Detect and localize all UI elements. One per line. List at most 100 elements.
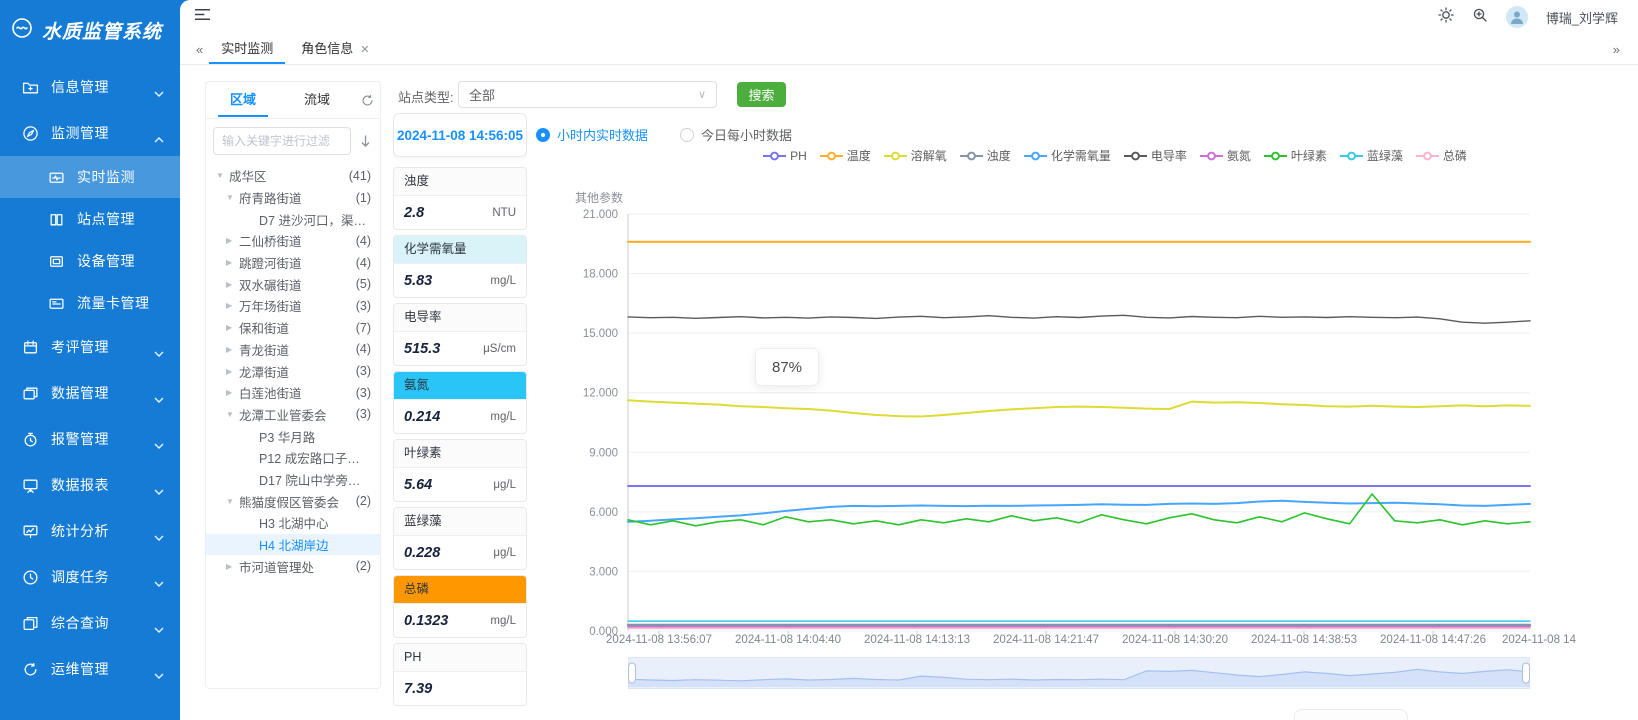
- tree-filter-row: [206, 119, 380, 161]
- param-card-总磷[interactable]: 总磷 0.1323mg/L: [393, 575, 527, 638]
- tab-role-info[interactable]: 角色信息✕: [287, 34, 383, 64]
- app-root: 水质监管系统 信息管理监测管理实时监测站点管理设备管理流量卡管理考评管理数据管理…: [0, 0, 1638, 720]
- tree-caret-icon[interactable]: ▶: [226, 301, 239, 310]
- tree-node[interactable]: ▼府青路街道(1): [206, 187, 380, 209]
- tree-caret-icon[interactable]: ▶: [226, 280, 239, 289]
- param-card-PH[interactable]: PH 7.39: [393, 643, 527, 706]
- refresh-icon[interactable]: [354, 94, 380, 107]
- simcard-icon: [48, 295, 65, 312]
- calendar-icon: [22, 339, 39, 356]
- tab-region[interactable]: 区域: [206, 83, 280, 117]
- tree-caret-icon[interactable]: ▶: [226, 562, 239, 571]
- parameter-cards: 浊度 2.8NTU化学需氧量 5.83mg/L电导率 515.3μS/cm氨氮 …: [393, 167, 527, 711]
- datazoom-handle-left[interactable]: [629, 663, 636, 683]
- sidebar-item-stats-analysis[interactable]: 统计分析: [0, 508, 180, 554]
- datazoom-slider[interactable]: [628, 657, 1530, 694]
- tabs-scroll-left-icon[interactable]: «: [192, 42, 207, 57]
- tree-node-label: 龙潭工业管委会: [239, 405, 327, 424]
- chevron-down-icon: [154, 666, 164, 672]
- tree-node[interactable]: P12 成宏路口子桥下右...: [206, 447, 380, 469]
- tab-close-icon[interactable]: ✕: [360, 44, 369, 56]
- top-right-actions: 博瑞_刘学辉: [1438, 6, 1628, 28]
- tree-filter-input[interactable]: [213, 127, 351, 155]
- sidebar-item-comprehensive-query[interactable]: 综合查询: [0, 600, 180, 646]
- tree-node[interactable]: ▶万年场街道(3): [206, 295, 380, 317]
- svg-text:18.000: 18.000: [583, 269, 618, 281]
- tree-node[interactable]: H4 北湖岸边: [206, 534, 380, 556]
- param-card-叶绿素[interactable]: 叶绿素 5.64μg/L: [393, 439, 527, 502]
- tree-node[interactable]: D17 院山中学旁，龙潭...: [206, 469, 380, 491]
- tree-caret-icon[interactable]: ▼: [226, 497, 239, 506]
- user-avatar[interactable]: [1506, 6, 1528, 28]
- tree-node[interactable]: D7 进沙河口，渠水路: [206, 208, 380, 230]
- zoom-in-icon[interactable]: [1472, 7, 1488, 28]
- tab-basin[interactable]: 流域: [280, 83, 354, 117]
- param-card-body: 5.64μg/L: [394, 468, 526, 501]
- tree-node-count: (4): [352, 256, 371, 270]
- sort-down-icon[interactable]: [357, 135, 373, 148]
- sidebar-item-alarm-mgmt[interactable]: 报警管理: [0, 416, 180, 462]
- param-unit: mg/L: [490, 275, 516, 287]
- tree-node-count: (1): [352, 191, 371, 205]
- param-unit: NTU: [492, 207, 516, 219]
- menu-collapse-icon[interactable]: [194, 7, 211, 27]
- tab-realtime-monitor[interactable]: 实时监测: [207, 34, 287, 64]
- datazoom-handle-right[interactable]: [1523, 663, 1530, 683]
- sidebar-item-simcard-mgmt[interactable]: 流量卡管理: [0, 282, 180, 324]
- tree-node[interactable]: ▶白莲池街道(3): [206, 382, 380, 404]
- param-unit: μg/L: [493, 479, 516, 491]
- param-card-蓝绿藻[interactable]: 蓝绿藻 0.228μg/L: [393, 507, 527, 570]
- tree-caret-icon[interactable]: ▼: [226, 410, 239, 419]
- username[interactable]: 博瑞_刘学辉: [1546, 8, 1618, 27]
- tree-node[interactable]: ▶二仙桥街道(4): [206, 230, 380, 252]
- tree-node[interactable]: P3 华月路: [206, 425, 380, 447]
- tree-node-label: D7 进沙河口，渠水路: [259, 210, 367, 229]
- param-value: 0.228: [404, 545, 440, 561]
- tree-caret-icon[interactable]: ▼: [226, 193, 239, 202]
- sidebar-item-data-mgmt[interactable]: 数据管理: [0, 370, 180, 416]
- tree-node[interactable]: ▶保和街道(7): [206, 317, 380, 339]
- param-card-化学需氧量[interactable]: 化学需氧量 5.83mg/L: [393, 235, 527, 298]
- tree-node[interactable]: ▼龙潭工业管委会(3): [206, 404, 380, 426]
- param-card-电导率[interactable]: 电导率 515.3μS/cm: [393, 303, 527, 366]
- sidebar-item-monitor-mgmt[interactable]: 监测管理: [0, 110, 180, 156]
- tree-node[interactable]: ▶龙潭街道(3): [206, 360, 380, 382]
- param-card-body: 7.39: [394, 672, 526, 705]
- sidebar-item-assessment-mgmt[interactable]: 考评管理: [0, 324, 180, 370]
- line-chart[interactable]: 21.00018.00015.00012.0009.0006.0003.0000…: [540, 81, 1620, 646]
- tree-node[interactable]: H3 北湖中心: [206, 512, 380, 534]
- tree-caret-icon[interactable]: ▶: [226, 323, 239, 332]
- chevron-down-icon: [154, 84, 164, 90]
- tree-node-label: D17 院山中学旁，龙潭...: [259, 470, 367, 489]
- tree-caret-icon[interactable]: ▶: [226, 345, 239, 354]
- tree-caret-icon[interactable]: ▶: [226, 236, 239, 245]
- param-card-浊度[interactable]: 浊度 2.8NTU: [393, 167, 527, 230]
- theme-sun-icon[interactable]: [1438, 7, 1454, 28]
- tree-node[interactable]: ▶市河道管理处(2): [206, 555, 380, 577]
- tree-caret-icon[interactable]: ▼: [216, 171, 229, 180]
- tree-node[interactable]: ▼熊猫度假区管委会(2): [206, 490, 380, 512]
- chevron-down-icon: [154, 574, 164, 580]
- tree-node[interactable]: ▶双水碾街道(5): [206, 273, 380, 295]
- sidebar-item-dispatch-task[interactable]: 调度任务: [0, 554, 180, 600]
- station-type-label: 站点类型:: [398, 87, 454, 106]
- tree-caret-icon[interactable]: ▶: [226, 367, 239, 376]
- sidebar-item-device-mgmt[interactable]: 设备管理: [0, 240, 180, 282]
- tab-bar: « 实时监测 角色信息✕ »: [180, 34, 1638, 65]
- tree-caret-icon[interactable]: ▶: [226, 388, 239, 397]
- tree-node[interactable]: ▼成华区(41): [206, 165, 380, 187]
- sidebar-item-info-mgmt[interactable]: 信息管理: [0, 64, 180, 110]
- param-card-氨氮[interactable]: 氨氮 0.214mg/L: [393, 371, 527, 434]
- tabs-scroll-right-icon[interactable]: »: [1609, 42, 1626, 57]
- sidebar-item-ops-mgmt[interactable]: 运维管理: [0, 646, 180, 692]
- sidebar-item-realtime-monitor[interactable]: 实时监测: [0, 156, 180, 198]
- sidebar-item-station-mgmt[interactable]: 站点管理: [0, 198, 180, 240]
- folder-plus-icon: [22, 79, 39, 96]
- sidebar-item-data-report[interactable]: 数据报表: [0, 462, 180, 508]
- param-unit: μg/L: [493, 547, 516, 559]
- tree-node-label: 市河道管理处: [239, 557, 314, 576]
- tree-node-label: P3 华月路: [259, 427, 315, 446]
- tree-caret-icon[interactable]: ▶: [226, 258, 239, 267]
- tree-node[interactable]: ▶青龙街道(4): [206, 339, 380, 361]
- tree-node[interactable]: ▶跳蹬河街道(4): [206, 252, 380, 274]
